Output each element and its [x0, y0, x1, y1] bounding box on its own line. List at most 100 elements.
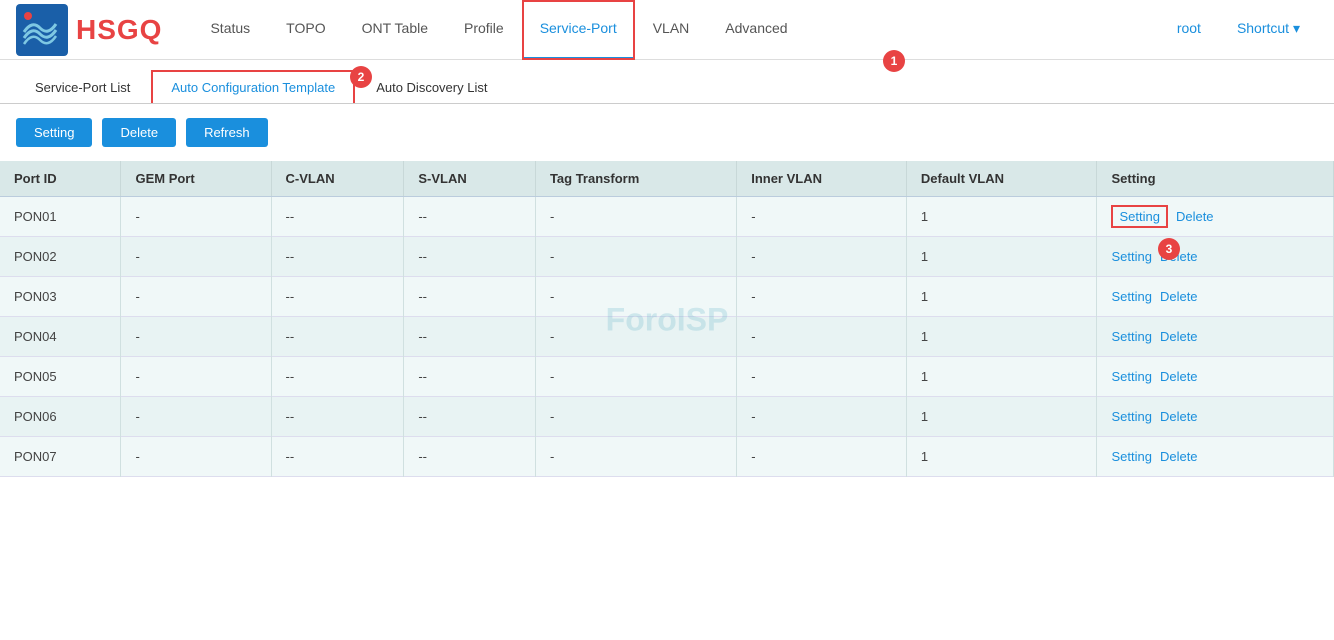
cell-gem-port: -	[121, 437, 271, 477]
col-setting: Setting	[1097, 161, 1334, 197]
delete-action-link[interactable]: Delete	[1160, 409, 1198, 424]
logo-text: HSGQ	[76, 14, 162, 46]
cell-actions: Setting Delete	[1097, 397, 1334, 437]
cell-s-vlan: --	[404, 357, 536, 397]
cell-actions: Setting Delete	[1097, 437, 1334, 477]
cell-actions: Setting Delete	[1097, 317, 1334, 357]
setting-action-link[interactable]: Setting	[1111, 369, 1151, 384]
nav-item-advanced[interactable]: Advanced	[707, 0, 805, 60]
tabs-row: Service-Port List Auto Configuration Tem…	[0, 60, 1334, 104]
cell-c-vlan: --	[271, 437, 404, 477]
nav-item-profile[interactable]: Profile	[446, 0, 522, 60]
cell-inner-vlan: -	[737, 277, 907, 317]
cell-port-id: PON06	[0, 397, 121, 437]
cell-default-vlan: 1	[906, 397, 1097, 437]
nav-item-topo[interactable]: TOPO	[268, 0, 343, 60]
cell-default-vlan: 1	[906, 357, 1097, 397]
cell-tag-transform: -	[535, 437, 736, 477]
table-wrapper: Port ID GEM Port C-VLAN S-VLAN Tag Trans…	[0, 161, 1334, 477]
setting-action-link[interactable]: Setting	[1111, 449, 1151, 464]
nav-item-service-port[interactable]: Service-Port	[522, 0, 635, 60]
cell-default-vlan: 1	[906, 277, 1097, 317]
cell-default-vlan: 1	[906, 197, 1097, 237]
badge-1: 1	[883, 50, 905, 72]
nav-item-status[interactable]: Status	[192, 0, 268, 60]
cell-inner-vlan: -	[737, 357, 907, 397]
cell-inner-vlan: -	[737, 437, 907, 477]
cell-actions: Setting Delete	[1097, 197, 1334, 237]
col-gem-port: GEM Port	[121, 161, 271, 197]
delete-action-link[interactable]: Delete	[1160, 369, 1198, 384]
delete-action-link[interactable]: Delete	[1160, 449, 1198, 464]
navbar: HSGQ Status TOPO ONT Table Profile Servi…	[0, 0, 1334, 60]
cell-gem-port: -	[121, 397, 271, 437]
tab-auto-config-template[interactable]: Auto Configuration Template	[151, 70, 355, 103]
cell-c-vlan: --	[271, 197, 404, 237]
setting-action-link[interactable]: Setting	[1111, 289, 1151, 304]
cell-port-id: PON07	[0, 437, 121, 477]
setting-button[interactable]: Setting	[16, 118, 92, 147]
cell-c-vlan: --	[271, 317, 404, 357]
cell-gem-port: -	[121, 237, 271, 277]
logo-area: HSGQ	[16, 4, 162, 56]
cell-inner-vlan: -	[737, 237, 907, 277]
table-row: PON07-------1SettingDelete	[0, 437, 1334, 477]
nav-item-ont-table[interactable]: ONT Table	[344, 0, 446, 60]
table-row: PON06-------1SettingDelete	[0, 397, 1334, 437]
col-default-vlan: Default VLAN	[906, 161, 1097, 197]
setting-action-link[interactable]: Setting	[1111, 249, 1151, 264]
cell-default-vlan: 1	[906, 237, 1097, 277]
cell-actions: Setting Delete	[1097, 277, 1334, 317]
setting-action-link[interactable]: Setting	[1111, 205, 1167, 228]
cell-s-vlan: --	[404, 397, 536, 437]
cell-gem-port: -	[121, 317, 271, 357]
cell-port-id: PON03	[0, 277, 121, 317]
cell-tag-transform: -	[535, 237, 736, 277]
cell-s-vlan: --	[404, 437, 536, 477]
toolbar: Setting Delete Refresh	[0, 104, 1334, 161]
cell-c-vlan: --	[271, 397, 404, 437]
data-table: Port ID GEM Port C-VLAN S-VLAN Tag Trans…	[0, 161, 1334, 477]
cell-inner-vlan: -	[737, 317, 907, 357]
delete-action-link[interactable]: Delete	[1176, 209, 1214, 224]
col-s-vlan: S-VLAN	[404, 161, 536, 197]
cell-tag-transform: -	[535, 357, 736, 397]
table-row: PON02-------1SettingDelete	[0, 237, 1334, 277]
cell-default-vlan: 1	[906, 437, 1097, 477]
tab-service-port-list[interactable]: Service-Port List	[16, 71, 149, 103]
nav-item-vlan[interactable]: VLAN	[635, 0, 708, 60]
cell-s-vlan: --	[404, 317, 536, 357]
nav-item-root[interactable]: root	[1159, 0, 1219, 60]
delete-action-link[interactable]: Delete	[1160, 289, 1198, 304]
cell-port-id: PON02	[0, 237, 121, 277]
col-c-vlan: C-VLAN	[271, 161, 404, 197]
badge-3: 3	[1158, 238, 1180, 260]
col-port-id: Port ID	[0, 161, 121, 197]
cell-default-vlan: 1	[906, 317, 1097, 357]
cell-c-vlan: --	[271, 237, 404, 277]
cell-tag-transform: -	[535, 277, 736, 317]
badge-2: 2	[350, 66, 372, 88]
delete-button[interactable]: Delete	[102, 118, 176, 147]
refresh-button[interactable]: Refresh	[186, 118, 268, 147]
cell-s-vlan: --	[404, 277, 536, 317]
cell-port-id: PON05	[0, 357, 121, 397]
cell-gem-port: -	[121, 277, 271, 317]
cell-actions: SettingDelete	[1097, 237, 1334, 277]
cell-c-vlan: --	[271, 277, 404, 317]
setting-action-link[interactable]: Setting	[1111, 409, 1151, 424]
nav-item-shortcut[interactable]: Shortcut ▾	[1219, 0, 1318, 60]
cell-gem-port: -	[121, 197, 271, 237]
cell-tag-transform: -	[535, 197, 736, 237]
table-row: PON04-------1SettingDelete	[0, 317, 1334, 357]
col-inner-vlan: Inner VLAN	[737, 161, 907, 197]
cell-inner-vlan: -	[737, 197, 907, 237]
nav-links: Status TOPO ONT Table Profile Service-Po…	[192, 0, 1318, 60]
setting-action-link[interactable]: Setting	[1111, 329, 1151, 344]
tab-auto-discovery-list[interactable]: Auto Discovery List	[357, 71, 506, 103]
delete-action-link[interactable]: Delete	[1160, 329, 1198, 344]
cell-tag-transform: -	[535, 397, 736, 437]
cell-s-vlan: --	[404, 197, 536, 237]
table-row: PON05-------1SettingDelete	[0, 357, 1334, 397]
cell-actions: Setting Delete	[1097, 357, 1334, 397]
